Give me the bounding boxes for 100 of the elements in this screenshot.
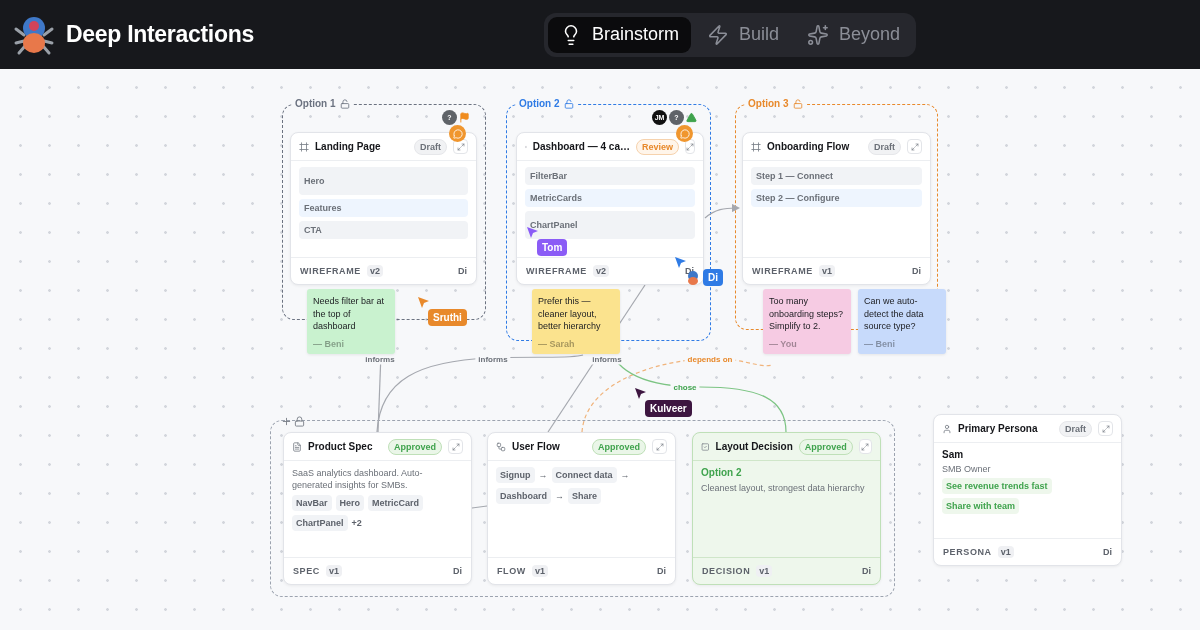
status-badge: Approved [592,438,646,455]
status-badge: Approved [388,438,442,455]
cursor-label: Di [703,269,723,286]
unlock-icon[interactable] [792,98,803,109]
component-tag: ChartPanel [292,515,348,531]
cursor-label: Kulveer [645,400,692,417]
expand-icon [1101,424,1110,433]
wireframe-block: Step 2 — Configure [751,189,922,207]
note-author: — You [769,338,798,349]
spec-icon [292,441,302,452]
card-title: Dashboard — 4 ca… [532,141,630,152]
expand-button[interactable] [453,139,468,154]
card-title: Product Spec [308,441,374,452]
version-badge: v2 [592,265,609,277]
card-type: PERSONA [943,547,992,557]
status-badge: Approved [798,438,853,455]
flow-step: Dashboard [496,488,551,504]
card-author: Di [862,566,871,576]
expand-button[interactable] [448,439,463,454]
status-badge: Draft [1059,420,1092,437]
app-title: Deep Interactions [66,21,254,48]
component-tag: Hero [335,495,365,511]
cursor-label: Tom [537,239,568,256]
persona-goal: See revenue trends fast [942,478,1052,494]
group-label: Option 3 [745,97,806,110]
lock-icon[interactable] [294,416,305,427]
wireframe-block: CTA [299,221,468,239]
persona-role: SMB Owner [942,464,992,474]
note-text: Needs filter bar at the top of dashboard [313,295,386,333]
expand-icon [910,142,919,151]
expand-button[interactable] [652,439,667,454]
mode-tab[interactable]: Brainstorm [547,16,691,53]
card-type: WIREFRAME [300,266,361,276]
card-title: Layout Decision [715,441,793,452]
group-label: Option 1 [292,97,353,110]
card-title: Primary Persona [958,423,1039,434]
persona-name: Sam [942,449,965,460]
status-badge: Review [635,138,679,155]
wireframe-block: Step 1 — Connect [751,167,922,185]
version-badge: v1 [756,565,773,577]
note-author: — Beni [313,338,345,349]
flow-arrow: → [620,470,630,480]
card-type: WIREFRAME [526,266,587,276]
mode-tab[interactable]: Build [694,16,791,53]
comment-icon[interactable] [449,125,466,142]
expand-icon [655,442,664,451]
card-author: Di [453,566,462,576]
add-icon[interactable] [281,416,292,427]
component-tag: NavBar [292,495,332,511]
version-badge: v1 [531,565,548,577]
persona-icon [942,423,952,434]
wireframe-block: MetricCards [525,189,695,207]
version-badge: v1 [325,565,342,577]
flow-step: Connect data [551,467,617,483]
persona-goal: Share with team [942,498,1020,514]
expand-icon [456,142,465,151]
card-author: Di [912,266,921,276]
card-type: WIREFRAME [752,266,813,276]
note-text: Can we auto-detect the data source type? [864,295,925,333]
version-badge: v1 [818,265,835,277]
version-badge: v1 [997,546,1014,558]
more-count: +2 [351,518,362,528]
card-title: Landing Page [315,141,382,152]
note-text: Prefer this — cleaner layout, better hierarchy [538,295,602,333]
comment-icon[interactable] [676,125,693,142]
card-author: Di [458,266,467,276]
card-type: SPEC [293,566,320,576]
mode-tab[interactable]: Beyond [794,16,912,53]
expand-icon [451,442,460,451]
edge-label: chose [670,381,700,393]
note-author: — Beni [864,338,896,349]
card-title: Onboarding Flow [767,141,851,152]
unlock-icon[interactable] [563,98,574,109]
note-author: — Sarah [538,338,576,349]
version-badge: v2 [366,265,383,277]
wireframe-block: Features [299,199,468,217]
wireframe-block: Hero [299,167,468,195]
expand-button[interactable] [1098,421,1113,436]
note-text: Too many onboarding steps? Simplify to 2. [769,295,845,333]
expand-icon [861,442,870,451]
expand-button[interactable] [858,439,872,454]
decision-choice: Option 2 [701,467,743,478]
card-type: FLOW [497,566,526,576]
card-title: User Flow [512,441,561,452]
connector-line [704,203,741,219]
expand-button[interactable] [907,139,922,154]
status-badge: Draft [868,138,901,155]
flow-step: Share [568,488,602,504]
flow-arrow: → [555,491,564,501]
expand-icon [686,142,694,151]
cursor-label: Sruthi [428,309,467,326]
card-author: Di [1103,547,1112,557]
edge-label: informs [475,353,511,365]
spec-description: SaaS analytics dashboard. Auto-generated insights for SMBs. [292,467,424,491]
card-type: DECISION [702,566,751,576]
connector-line [471,505,488,509]
flow-icon [496,441,506,452]
sparkles-icon [806,23,829,46]
unlock-icon[interactable] [339,98,350,109]
component-tag: MetricCard [368,495,424,511]
